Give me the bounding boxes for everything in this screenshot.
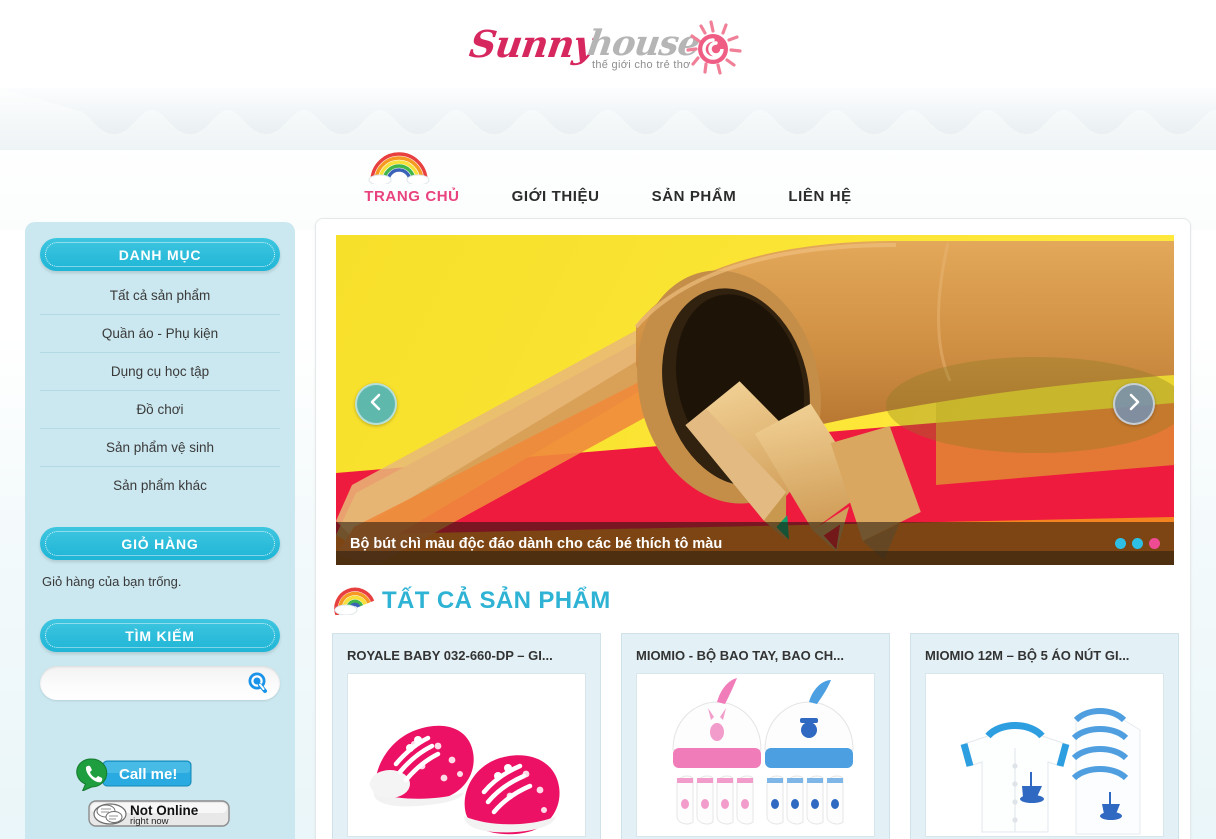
search-input[interactable] <box>56 666 251 700</box>
carousel-next-button[interactable] <box>1113 383 1155 425</box>
sidebar-heading-danh-muc[interactable]: DANH MỤC <box>40 238 280 271</box>
cart-empty-message: Giỏ hàng của bạn trống. <box>42 574 182 589</box>
sidebar-item-tat-ca-san-pham[interactable]: Tất cả sản phẩm <box>40 277 280 315</box>
rainbow-icon <box>366 150 432 188</box>
logo-text-sunny: Sunny <box>466 22 598 66</box>
nav-label-san-pham: SẢN PHẨM <box>651 188 737 205</box>
carousel-slide-colored-pencils[interactable] <box>336 235 1174 565</box>
carousel-dot-3[interactable] <box>1149 538 1160 549</box>
call-me-button[interactable]: Call me! <box>75 757 193 796</box>
rainbow-icon <box>330 581 375 620</box>
product-card[interactable]: MIOMIO - BỘ BAO TAY, BAO CH... <box>621 633 890 839</box>
product-image-pink-sneakers[interactable] <box>347 673 586 837</box>
danh-muc-label: DANH MỤC <box>118 246 202 263</box>
sidebar-heading-gio-hang[interactable]: GIỎ HÀNG <box>40 527 280 560</box>
category-label: Đồ chơi <box>136 402 184 417</box>
nav-item-gioi-thieu[interactable]: GIỚI THIỆU <box>486 150 626 205</box>
nav-label-lien-he: LIÊN HỆ <box>788 188 852 205</box>
svg-text:Call me!: Call me! <box>119 766 177 783</box>
hero-carousel: Bộ bút chì màu độc đáo dành cho các bé t… <box>336 235 1174 565</box>
section-title: TẤT CẢ SẢN PHẨM <box>382 586 611 614</box>
page-root: Sunny house thế giới cho trẻ thơ TRANG C… <box>0 0 1216 839</box>
product-title[interactable]: MIOMIO 12M – BỘ 5 ÁO NÚT GI... <box>925 648 1164 663</box>
tim-kiem-label: TÌM KIẾM <box>125 627 195 644</box>
sidebar-heading-tim-kiem[interactable]: TÌM KIẾM <box>40 619 280 652</box>
carousel-caption: Bộ bút chì màu độc đáo dành cho các bé t… <box>350 535 723 552</box>
sun-swirl-icon <box>680 20 742 81</box>
category-label: Sản phẩm khác <box>113 478 207 493</box>
nav-item-lien-he[interactable]: LIÊN HỆ <box>762 150 877 205</box>
nav-item-san-pham[interactable]: SẢN PHẨM <box>626 150 763 205</box>
product-image-white-baby-shirts[interactable] <box>925 673 1164 837</box>
main-navigation: TRANG CHỦ GIỚI THIỆU SẢN PHẨM LIÊN HỆ <box>0 150 1216 212</box>
sidebar-item-quan-ao-phu-kien[interactable]: Quần áo - Phụ kiện <box>40 315 280 353</box>
sidebar-item-san-pham-ve-sinh[interactable]: Sản phẩm vệ sinh <box>40 429 280 467</box>
carousel-caption-bar: Bộ bút chì màu độc đáo dành cho các bé t… <box>336 522 1174 565</box>
carousel-dot-1[interactable] <box>1115 538 1126 549</box>
category-label: Sản phẩm vệ sinh <box>105 440 215 455</box>
nav-label-gioi-thieu: GIỚI THIỆU <box>511 188 600 205</box>
product-title[interactable]: MIOMIO - BỘ BAO TAY, BAO CH... <box>636 648 875 663</box>
main-content-panel: Bộ bút chì màu độc đáo dành cho các bé t… <box>315 218 1191 839</box>
category-label: Tất cả sản phẩm <box>109 288 211 303</box>
carousel-dot-2[interactable] <box>1132 538 1143 549</box>
site-header: Sunny house thế giới cho trẻ thơ <box>0 0 1216 90</box>
product-card[interactable]: MIOMIO 12M – BỘ 5 ÁO NÚT GI... <box>910 633 1179 839</box>
sidebar-item-san-pham-khac[interactable]: Sản phẩm khác <box>40 467 280 505</box>
status-badge-not-online[interactable]: Not Online right now <box>88 800 230 832</box>
category-label: Quần áo - Phụ kiện <box>101 326 219 341</box>
logo-tagline: thế giới cho trẻ thơ <box>592 59 691 71</box>
sidebar: DANH MỤC Tất cả sản phẩm Quần áo - Phụ k… <box>25 222 295 839</box>
nav-label-trang-chu: TRANG CHỦ <box>364 188 460 205</box>
category-list: Tất cả sản phẩm Quần áo - Phụ kiện Dụng … <box>40 277 280 505</box>
svg-text:right now: right now <box>130 816 169 827</box>
search-box[interactable] <box>40 666 280 700</box>
nav-item-trang-chu[interactable]: TRANG CHỦ <box>338 150 485 205</box>
cloud-scallop-divider <box>0 88 1216 150</box>
category-label: Dụng cụ học tập <box>110 364 210 379</box>
chevron-right-icon <box>1126 392 1142 417</box>
product-image-baby-hats-mittens[interactable] <box>636 673 875 837</box>
site-logo[interactable]: Sunny house thế giới cho trẻ thơ <box>466 14 745 76</box>
product-grid: ROYALE BABY 032-660-DP – GI... MIOMIO - … <box>332 633 1180 839</box>
product-card[interactable]: ROYALE BABY 032-660-DP – GI... <box>332 633 601 839</box>
sidebar-item-dung-cu-hoc-tap[interactable]: Dụng cụ học tập <box>40 353 280 391</box>
carousel-dots <box>1115 538 1160 549</box>
search-magnifier-icon[interactable] <box>246 671 270 700</box>
section-header-all-products: TẤT CẢ SẢN PHẨM <box>330 581 611 620</box>
sidebar-item-do-choi[interactable]: Đồ chơi <box>40 391 280 429</box>
gio-hang-label: GIỎ HÀNG <box>121 535 199 552</box>
product-title[interactable]: ROYALE BABY 032-660-DP – GI... <box>347 648 586 663</box>
carousel-prev-button[interactable] <box>355 383 397 425</box>
chevron-left-icon <box>368 392 384 417</box>
